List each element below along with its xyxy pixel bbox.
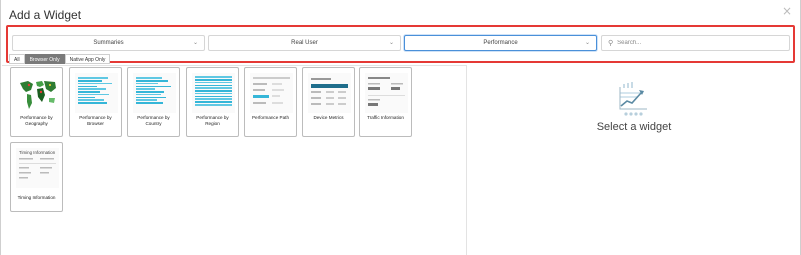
filter-bar: Summaries ⌄ Real User ⌄ Performance ⌄ ⚲ (6, 25, 795, 63)
source-select[interactable]: Real User ⌄ (208, 35, 401, 51)
widget-card-label: Traffic Information (367, 115, 404, 120)
bar-list-thumbnail (192, 73, 235, 113)
widget-card-performance-by-browser[interactable]: Performance by Browser (69, 67, 122, 137)
widget-card-device-metrics[interactable]: Device Metrics (302, 67, 355, 137)
tab-native-app-only[interactable]: Native App Only (64, 54, 111, 64)
chevron-down-icon: ⌄ (388, 39, 394, 46)
divider (2, 65, 467, 66)
bar-list-thumbnail (75, 73, 118, 113)
dialog-title: Add a Widget (9, 8, 82, 22)
tab-browser-only[interactable]: Browser Only (24, 54, 65, 64)
table-thumbnail (308, 73, 351, 113)
thumb-title: Timing Information (19, 150, 56, 155)
widget-card-label: Performance by Browser (79, 115, 112, 126)
search-icon: ⚲ (608, 39, 614, 47)
category-select-value: Summaries (93, 40, 124, 46)
source-select-value: Real User (291, 40, 318, 46)
search-input[interactable] (617, 40, 778, 46)
widget-preview-panel: Select a widget (467, 66, 801, 255)
widget-card-label: Performance Path (251, 115, 290, 120)
empty-preview-text: Select a widget (596, 121, 672, 133)
widget-card-performance-path[interactable]: Performance Path (244, 67, 297, 137)
widget-card-traffic-information[interactable]: Traffic Information (359, 67, 412, 137)
type-select-value: Performance (483, 40, 518, 46)
close-icon[interactable]: × (782, 4, 792, 18)
search-field[interactable]: ⚲ (601, 35, 790, 51)
path-table-thumbnail (250, 73, 293, 113)
add-widget-dialog: Add a Widget × Summaries ⌄ Real User ⌄ P… (0, 0, 801, 255)
category-select[interactable]: Summaries ⌄ (12, 35, 205, 51)
map-thumbnail (16, 73, 59, 113)
widget-card-label: Timing Information (17, 195, 56, 200)
timing-table-thumbnail: Timing Information (16, 148, 59, 188)
platform-tabs: All Browser Only Native App Only (9, 54, 111, 64)
chevron-down-icon: ⌄ (584, 39, 590, 46)
widget-card-label: Device Metrics (313, 115, 344, 120)
type-select[interactable]: Performance ⌄ (404, 35, 597, 51)
tab-all[interactable]: All (9, 54, 25, 64)
chevron-down-icon: ⌄ (192, 39, 198, 46)
widget-card-label: Performance by Region (196, 115, 229, 126)
widget-card-label: Performance by Country (137, 115, 170, 126)
bar-list-thumbnail (133, 73, 176, 113)
widget-card-label: Performance by Geography (20, 115, 53, 126)
widget-card-timing-information[interactable]: Timing Information Timing Information (10, 142, 63, 212)
widget-card-performance-by-country[interactable]: Performance by Country (127, 67, 180, 137)
widget-card-performance-by-region[interactable]: Performance by Region (186, 67, 239, 137)
widget-card-performance-by-geography[interactable]: Performance by Geography (10, 67, 63, 137)
info-table-thumbnail (365, 73, 408, 113)
chart-growth-icon (619, 82, 647, 116)
